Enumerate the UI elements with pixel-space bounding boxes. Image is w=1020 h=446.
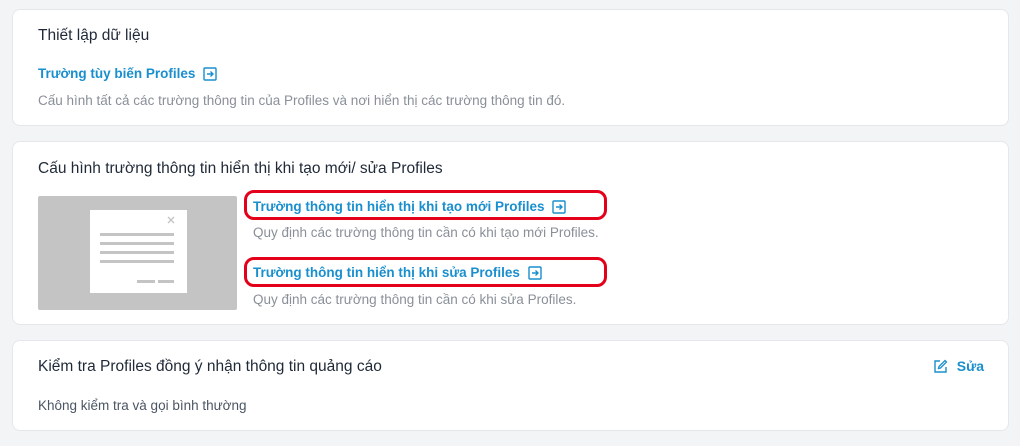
edit-button-label: Sửa <box>956 358 984 374</box>
edit-button[interactable]: Sửa <box>933 358 984 374</box>
edit-pencil-icon <box>934 359 948 373</box>
external-link-icon <box>552 199 567 214</box>
custom-fields-link[interactable]: Trường tùy biến Profiles <box>38 66 218 81</box>
ad-consent-value: Không kiểm tra và gọi bình thường <box>38 398 247 413</box>
edit-fields-link-label: Trường thông tin hiển thị khi sửa Profil… <box>253 265 520 280</box>
data-setup-description: Cấu hình tất cả các trường thông tin của… <box>38 93 566 108</box>
data-setup-card: Thiết lập dữ liệu Trường tùy biến Profil… <box>12 9 1009 126</box>
edit-fields-description: Quy định các trường thông tin cần có khi… <box>253 292 577 307</box>
create-fields-link-label: Trường thông tin hiển thị khi tạo mới Pr… <box>253 199 545 214</box>
custom-fields-link-label: Trường tùy biến Profiles <box>38 66 196 81</box>
edit-fields-link[interactable]: Trường thông tin hiển thị khi sửa Profil… <box>253 265 542 280</box>
ad-consent-card: Kiểm tra Profiles đồng ý nhận thông tin … <box>12 340 1009 431</box>
create-fields-link[interactable]: Trường thông tin hiển thị khi tạo mới Pr… <box>253 199 567 214</box>
field-config-card: Cấu hình trường thông tin hiển thị khi t… <box>12 141 1009 325</box>
form-illustration <box>38 196 237 310</box>
create-fields-description: Quy định các trường thông tin cần có khi… <box>253 225 599 240</box>
data-setup-title: Thiết lập dữ liệu <box>38 27 150 44</box>
field-config-title: Cấu hình trường thông tin hiển thị khi t… <box>38 160 443 177</box>
external-link-icon <box>528 265 542 280</box>
form-illustration-graphic <box>90 210 187 293</box>
external-link-icon <box>203 66 218 81</box>
ad-consent-title: Kiểm tra Profiles đồng ý nhận thông tin … <box>38 358 382 375</box>
